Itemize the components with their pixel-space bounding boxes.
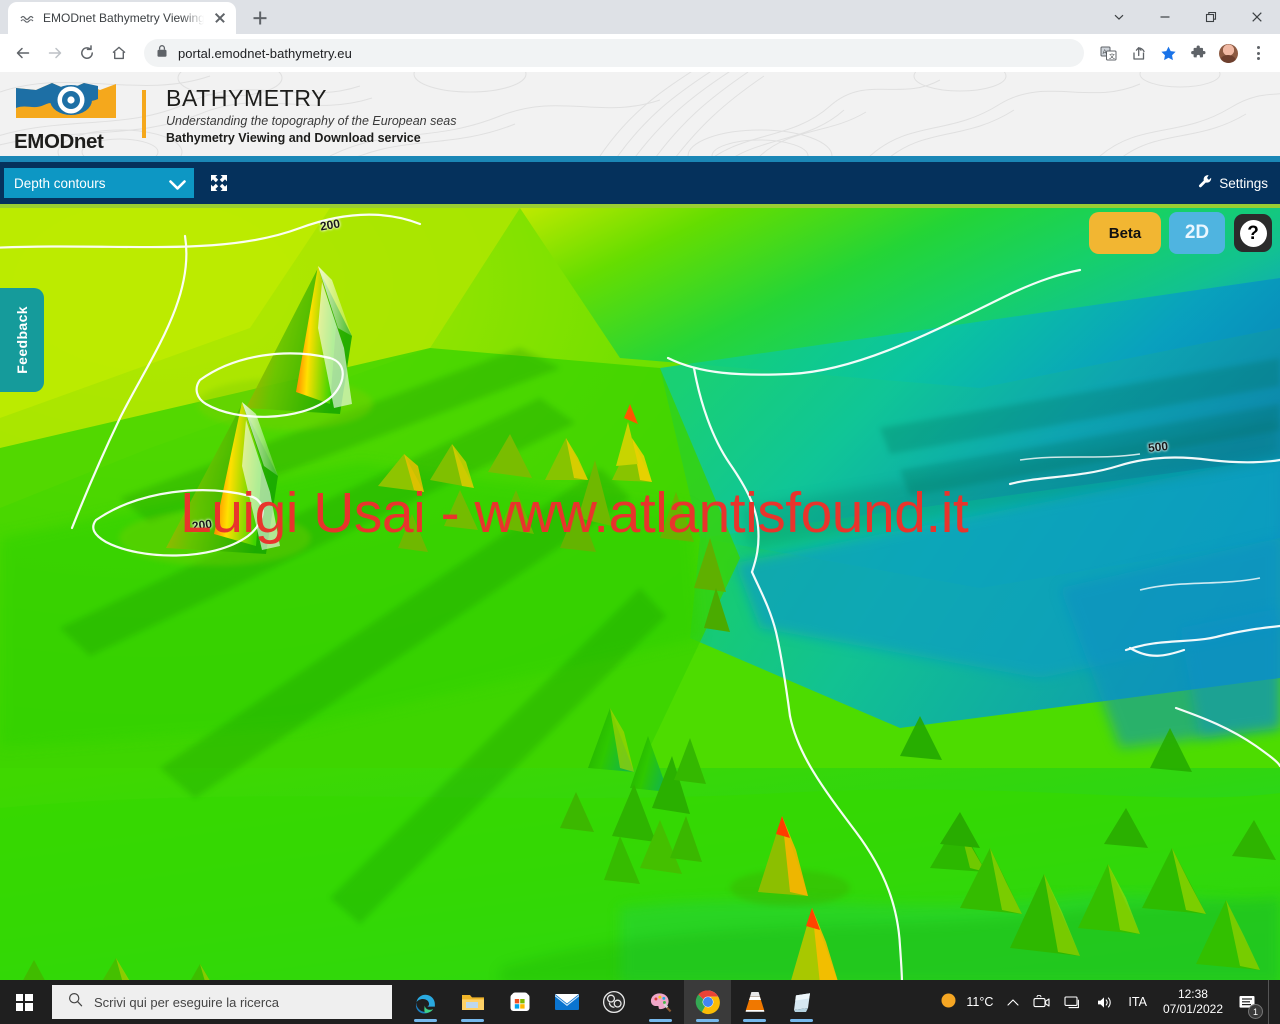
chevron-down-icon[interactable] <box>1096 0 1142 34</box>
question-mark-icon: ? <box>1239 219 1267 247</box>
emodnet-logo-text: EMODnet <box>14 129 104 153</box>
feedback-label: Feedback <box>14 306 30 374</box>
feedback-tab[interactable]: Feedback <box>0 288 44 392</box>
taskbar-app-mail[interactable] <box>543 980 590 1024</box>
settings-label: Settings <box>1219 175 1268 191</box>
svg-text:A: A <box>1102 50 1106 56</box>
window-controls <box>1096 0 1280 34</box>
wrench-icon <box>1198 174 1213 192</box>
brand-divider <box>142 90 146 138</box>
address-bar[interactable]: portal.emodnet-bathymetry.eu <box>144 39 1084 67</box>
browser-window: EMODnet Bathymetry Viewing an portal.emo… <box>0 0 1280 980</box>
clock-date: 07/01/2022 <box>1162 1002 1223 1016</box>
taskbar-app-file-explorer[interactable] <box>449 980 496 1024</box>
brand-row: EMODnet BATHYMETRY Understanding the top… <box>14 78 457 151</box>
taskbar-clock[interactable]: 12:38 07/01/2022 <box>1154 987 1232 1017</box>
reload-icon[interactable] <box>72 38 102 68</box>
system-tray: 11°C ITA 12:38 07/01/2022 1 <box>933 980 1280 1024</box>
svg-text:文: 文 <box>1109 52 1115 60</box>
settings-button[interactable]: Settings <box>1198 174 1268 192</box>
site-title-block: BATHYMETRY Understanding the topography … <box>166 83 457 146</box>
taskbar-apps <box>402 980 825 1024</box>
depth-contour-label: 500 <box>1147 438 1169 456</box>
browser-tab[interactable]: EMODnet Bathymetry Viewing an <box>8 2 236 34</box>
navigation-bar: portal.emodnet-bathymetry.eu A 文 <box>0 34 1280 72</box>
close-icon[interactable] <box>212 10 228 26</box>
search-icon <box>68 992 83 1012</box>
avatar-icon[interactable] <box>1214 39 1242 67</box>
avatar <box>1218 43 1238 63</box>
taskbar-app-vlc-media-player[interactable] <box>731 980 778 1024</box>
layer-select[interactable]: Depth contours <box>4 168 194 198</box>
speaker-icon[interactable] <box>1089 980 1121 1024</box>
map-toolbar: Depth contours Settings <box>0 162 1280 204</box>
help-button[interactable]: ? <box>1234 214 1272 252</box>
share-icon[interactable] <box>1124 39 1152 67</box>
site-header: EMODnet BATHYMETRY Understanding the top… <box>0 72 1280 156</box>
map-controls: Beta 2D ? <box>1089 212 1272 254</box>
emodnet-logo-mark <box>16 82 116 118</box>
translate-icon[interactable]: A 文 <box>1094 39 1122 67</box>
windows-taskbar: Scrivi qui per eseguire la ricerca 11°C … <box>0 980 1280 1024</box>
clock-time: 12:38 <box>1177 987 1208 1001</box>
tab-strip: EMODnet Bathymetry Viewing an <box>0 0 1280 34</box>
show-desktop-button[interactable] <box>1268 980 1274 1024</box>
back-arrow-icon[interactable] <box>8 38 38 68</box>
taskbar-app-microsoft-store[interactable] <box>496 980 543 1024</box>
taskbar-search[interactable]: Scrivi qui per eseguire la ricerca <box>52 985 392 1019</box>
taskbar-app-sticky-notes[interactable] <box>778 980 825 1024</box>
watermark-text: Luigi Usai - www.atlantisfound.it <box>180 481 969 545</box>
taskbar-search-placeholder: Scrivi qui per eseguire la ricerca <box>94 994 279 1010</box>
camera-icon[interactable] <box>1026 980 1057 1024</box>
taskbar-app-paint[interactable] <box>637 980 684 1024</box>
network-icon[interactable] <box>1057 980 1089 1024</box>
url-text: portal.emodnet-bathymetry.eu <box>178 45 352 61</box>
bathymetry-3d-map[interactable]: 200 200 500 Feedback Beta 2D ? Luigi Usa… <box>0 208 1280 980</box>
chevron-up-icon[interactable] <box>1000 980 1026 1024</box>
star-icon[interactable] <box>1154 39 1182 67</box>
expand-arrows-icon[interactable] <box>208 172 230 194</box>
chevron-down-icon <box>169 178 186 190</box>
layer-select-value: Depth contours <box>14 175 106 191</box>
close-icon[interactable] <box>1234 0 1280 34</box>
weather-widget[interactable]: 11°C <box>933 980 1000 1024</box>
windows-logo-icon <box>15 993 33 1011</box>
map-render <box>0 208 1280 980</box>
taskbar-app-microsoft-edge[interactable] <box>402 980 449 1024</box>
restore-icon[interactable] <box>1188 0 1234 34</box>
emodnet-logo[interactable]: EMODnet <box>14 78 118 151</box>
site-subtitle: Understanding the topography of the Euro… <box>166 113 457 128</box>
view-mode-2d-button[interactable]: 2D <box>1169 212 1225 254</box>
beta-badge: Beta <box>1089 212 1161 254</box>
sun-icon <box>940 992 957 1012</box>
taskbar-app-obs-studio[interactable] <box>590 980 637 1024</box>
page-title: BATHYMETRY <box>166 84 328 111</box>
start-button[interactable] <box>0 980 48 1024</box>
notification-center-button[interactable]: 1 <box>1232 980 1268 1024</box>
puzzle-icon[interactable] <box>1184 39 1212 67</box>
kebab-menu-icon[interactable] <box>1244 39 1272 67</box>
wave-icon <box>19 10 35 26</box>
notification-count-badge: 1 <box>1248 1004 1263 1019</box>
page-content: EMODnet BATHYMETRY Understanding the top… <box>0 72 1280 980</box>
lock-icon <box>156 44 168 63</box>
home-icon[interactable] <box>104 38 134 68</box>
language-indicator[interactable]: ITA <box>1121 980 1154 1024</box>
tab-title: EMODnet Bathymetry Viewing an <box>43 11 204 25</box>
taskbar-app-google-chrome[interactable] <box>684 980 731 1024</box>
weather-temp: 11°C <box>966 995 994 1009</box>
browser-toolbar-actions: A 文 <box>1094 39 1272 67</box>
minimize-icon[interactable] <box>1142 0 1188 34</box>
site-service-line: Bathymetry Viewing and Download service <box>166 130 421 145</box>
new-tab-button[interactable] <box>246 4 274 32</box>
forward-arrow-icon[interactable] <box>40 38 70 68</box>
